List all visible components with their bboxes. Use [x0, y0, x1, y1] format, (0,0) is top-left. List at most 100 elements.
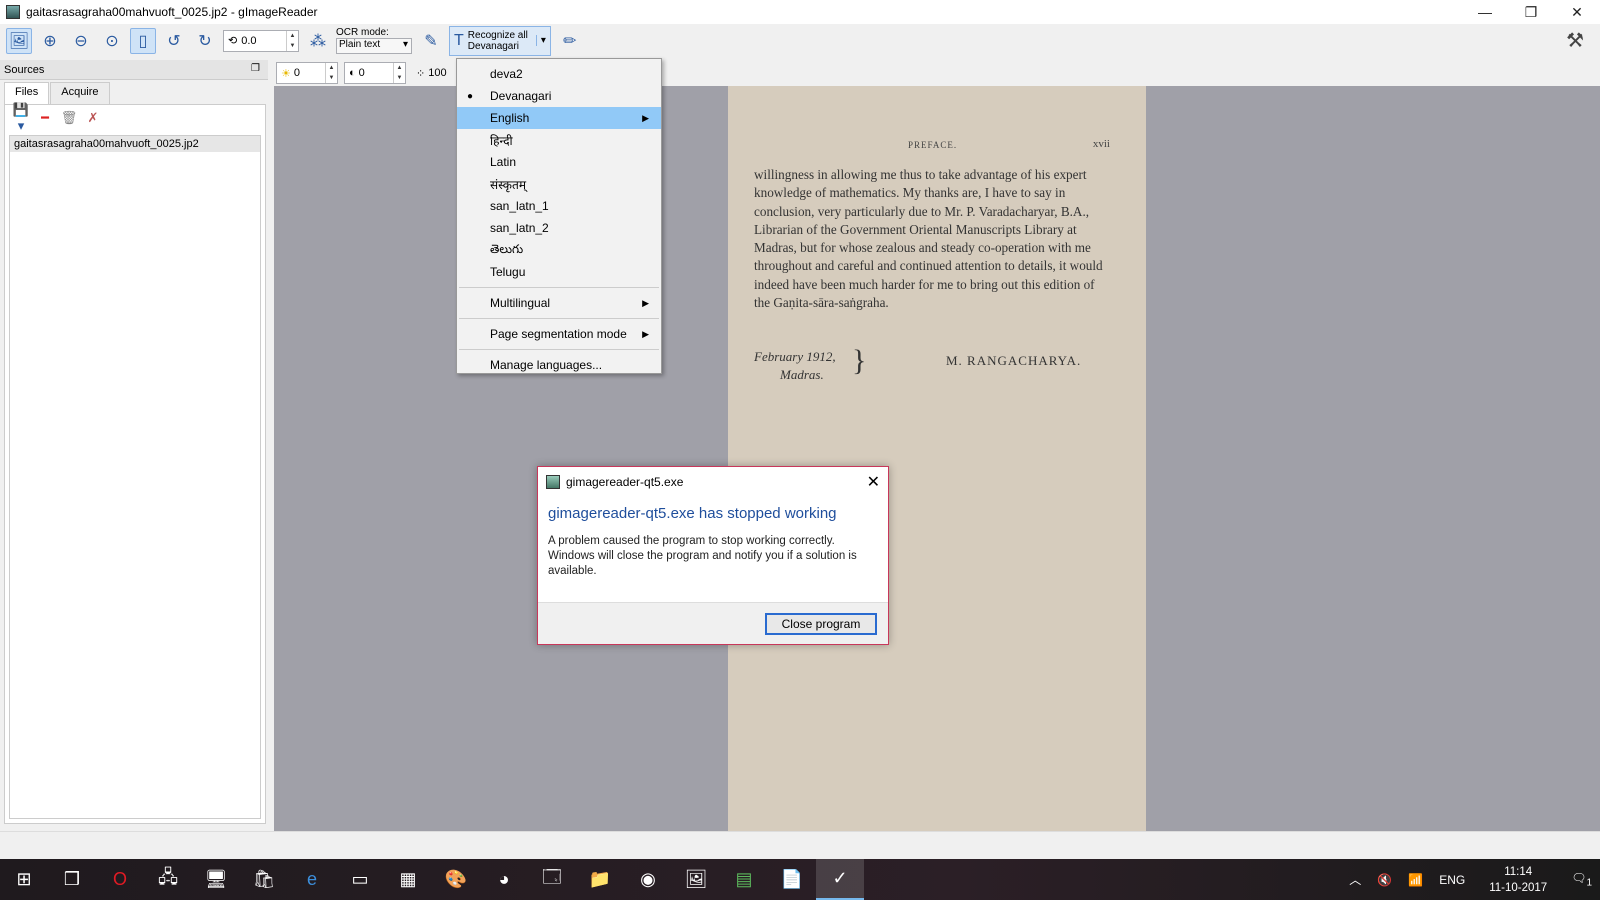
submenu-arrow-icon: ▶ [642, 328, 649, 339]
tools-icon[interactable]: ⚒ [1566, 28, 1584, 53]
menu-item-devanagari[interactable]: ● Devanagari [457, 85, 661, 107]
tab-acquire[interactable]: Acquire [50, 82, 110, 104]
file-explorer-icon[interactable]: 📁 [576, 859, 624, 900]
edge-icon[interactable]: e [288, 859, 336, 900]
minimize-button[interactable]: — [1462, 0, 1508, 24]
menu-item-hindi[interactable]: हिन्दी [457, 129, 661, 151]
opera-icon[interactable]: O [96, 859, 144, 900]
submenu-arrow-icon: ▶ [642, 112, 649, 123]
resolution-value: 100 [428, 67, 447, 79]
task-view-icon[interactable]: ❒ [48, 859, 96, 900]
color-wheel-icon[interactable]: ◕ [480, 859, 528, 900]
menu-item-page-segmentation[interactable]: Page segmentation mode ▶ [457, 323, 661, 345]
clock[interactable]: 11:14 11-10-2017 [1481, 864, 1555, 896]
menu-item-label: san_latn_1 [490, 199, 549, 213]
add-image-button[interactable]: 🖼 [6, 27, 32, 54]
autolayout-icon[interactable]: ✎ [418, 28, 444, 54]
rotate-left-icon[interactable]: ↺ [161, 28, 187, 54]
spin-arrows-icon[interactable]: ▲ ▼ [393, 63, 405, 83]
list-item[interactable]: gaitasrasagraha00mahvuoft_0025.jp2 [10, 136, 260, 152]
gimagereader-icon[interactable]: ✓ [816, 859, 864, 900]
original-size-icon[interactable]: ▯ [130, 27, 156, 54]
dialog-message: A problem caused the program to stop wor… [548, 535, 857, 577]
menu-item-sanskrit[interactable]: संस्कृतम् [457, 173, 661, 195]
menu-item-multilingual[interactable]: Multilingual ▶ [457, 292, 661, 314]
menu-item-telugu[interactable]: Telugu [457, 261, 661, 283]
brightness-value: 0 [293, 67, 300, 79]
remote-desktop-icon[interactable]: 🖥 [192, 859, 240, 900]
recognize-icon: T [454, 32, 464, 49]
contrast-spinbox[interactable]: ◐ 0 ▲ ▼ [344, 62, 406, 84]
start-icon[interactable]: ⊞ [0, 859, 48, 900]
resolution-control[interactable]: ⁘ 100 [412, 62, 456, 84]
dialog-heading: gimagereader-qt5.exe has stopped working [548, 505, 837, 522]
dialog-footer: Close program [538, 602, 888, 644]
page-number: xvii [1092, 138, 1110, 150]
clear-list-icon[interactable]: ✗ [83, 110, 103, 126]
undock-icon[interactable]: ❐ [251, 63, 260, 74]
clock-date: 11-10-2017 [1489, 881, 1548, 894]
menu-item-label: Multilingual [490, 296, 551, 310]
rotation-value: 0.0 [241, 34, 257, 47]
menu-item-label: संस्कृतम् [490, 177, 527, 192]
menu-item-san-latn-2[interactable]: san_latn_2 [457, 217, 661, 239]
zoom-fit-icon[interactable]: ⊙ [99, 28, 125, 54]
spin-arrows-icon[interactable]: ▲ ▼ [286, 30, 298, 51]
paint-icon[interactable]: 🎨 [432, 859, 480, 900]
menu-item-manage-languages[interactable]: Manage languages... [457, 354, 661, 376]
close-program-button[interactable]: Close program [765, 613, 877, 635]
recognize-dropdown-icon[interactable]: ▾ [535, 35, 546, 46]
menu-item-english[interactable]: English ▶ [457, 107, 661, 129]
remove-file-icon[interactable]: ━ [35, 110, 55, 126]
zoom-in-icon[interactable]: ⊕ [37, 28, 63, 54]
app-icon [546, 475, 560, 489]
store-icon[interactable]: 🛍 [240, 859, 288, 900]
notifications-icon[interactable]: 🗨1 [1571, 871, 1592, 888]
main-toolbar: 🖼 ⊕ ⊖ ⊙ ▯ ↺ ↻ ⟲ 0.0 ▲ ▼ ⁂ OCR mode: Plain… [0, 24, 1600, 57]
contrast-icon: ◐ [349, 67, 356, 79]
calculator-icon[interactable]: ▦ [384, 859, 432, 900]
image-controls: ☀ 0 ▲ ▼ ◐ 0 ▲ ▼ ⁘ 100 [276, 62, 462, 84]
language-indicator[interactable]: ENG [1439, 873, 1465, 887]
ocr-mode-select[interactable]: Plain text [336, 38, 412, 54]
spin-arrows-icon[interactable]: ▲ ▼ [325, 63, 337, 83]
rotate-right-icon[interactable]: ↻ [192, 28, 218, 54]
menu-item-label: हिन्दी [490, 133, 513, 148]
image-viewer-icon[interactable]: 🖼 [672, 859, 720, 900]
document-icon[interactable]: 📄 [768, 859, 816, 900]
network-app-icon[interactable]: 🖧 [144, 859, 192, 900]
chrome-icon[interactable]: ◉ [624, 859, 672, 900]
wifi-icon[interactable]: 📶 [1408, 873, 1423, 887]
autodetect-layout-icon[interactable]: ⁂ [305, 28, 331, 54]
taskbar: ⊞ ❒ O 🖧 🖥 🛍 e ▭ ▦ 🎨 ◕ 🗔 📁 ◉ 🖼 ▤ 📄 ✓ ︿ 🔇 … [0, 859, 1600, 900]
tab-files[interactable]: Files [4, 82, 50, 104]
menu-item-deva2[interactable]: deva2 [457, 63, 661, 85]
add-files-icon[interactable]: 💾▾ [11, 102, 31, 134]
menu-item-latin[interactable]: Latin [457, 151, 661, 173]
window-title: gaitasrasagraha00mahvuoft_0025.jp2 - gIm… [26, 5, 318, 19]
menu-separator [459, 318, 659, 319]
recognize-button[interactable]: T Recognize all Devanagari ▾ [449, 25, 551, 56]
volume-muted-icon[interactable]: 🔇 [1377, 873, 1392, 887]
close-icon[interactable]: ✕ [867, 472, 880, 492]
menu-separator [459, 287, 659, 288]
close-window-button[interactable]: ✕ [1554, 0, 1600, 24]
menu-separator [459, 349, 659, 350]
menu-item-label: Telugu [490, 265, 526, 279]
terminal-icon[interactable]: ▭ [336, 859, 384, 900]
delete-file-icon[interactable]: 🗑 [59, 110, 79, 126]
resolution-icon: ⁘ [416, 67, 426, 80]
edit-output-icon[interactable]: ✏ [557, 28, 583, 54]
show-hidden-icons-icon[interactable]: ︿ [1349, 871, 1361, 888]
rotation-spinbox[interactable]: ⟲ 0.0 ▲ ▼ [223, 29, 299, 52]
monitor-app-icon[interactable]: 🗔 [528, 859, 576, 900]
menu-item-telugu-script[interactable]: తెలుగు [457, 239, 661, 261]
menu-item-san-latn-1[interactable]: san_latn_1 [457, 195, 661, 217]
zoom-out-icon[interactable]: ⊖ [68, 28, 94, 54]
restore-button[interactable]: ❐ [1508, 0, 1554, 24]
page-signature: M. RANGACHARYA. [946, 353, 1082, 368]
scanned-page: PREFACE. xvii willingness in allowing me… [728, 86, 1146, 831]
ocr-mode-group: OCR mode: Plain text [336, 27, 412, 54]
spreadsheet-icon[interactable]: ▤ [720, 859, 768, 900]
brightness-spinbox[interactable]: ☀ 0 ▲ ▼ [276, 62, 338, 84]
